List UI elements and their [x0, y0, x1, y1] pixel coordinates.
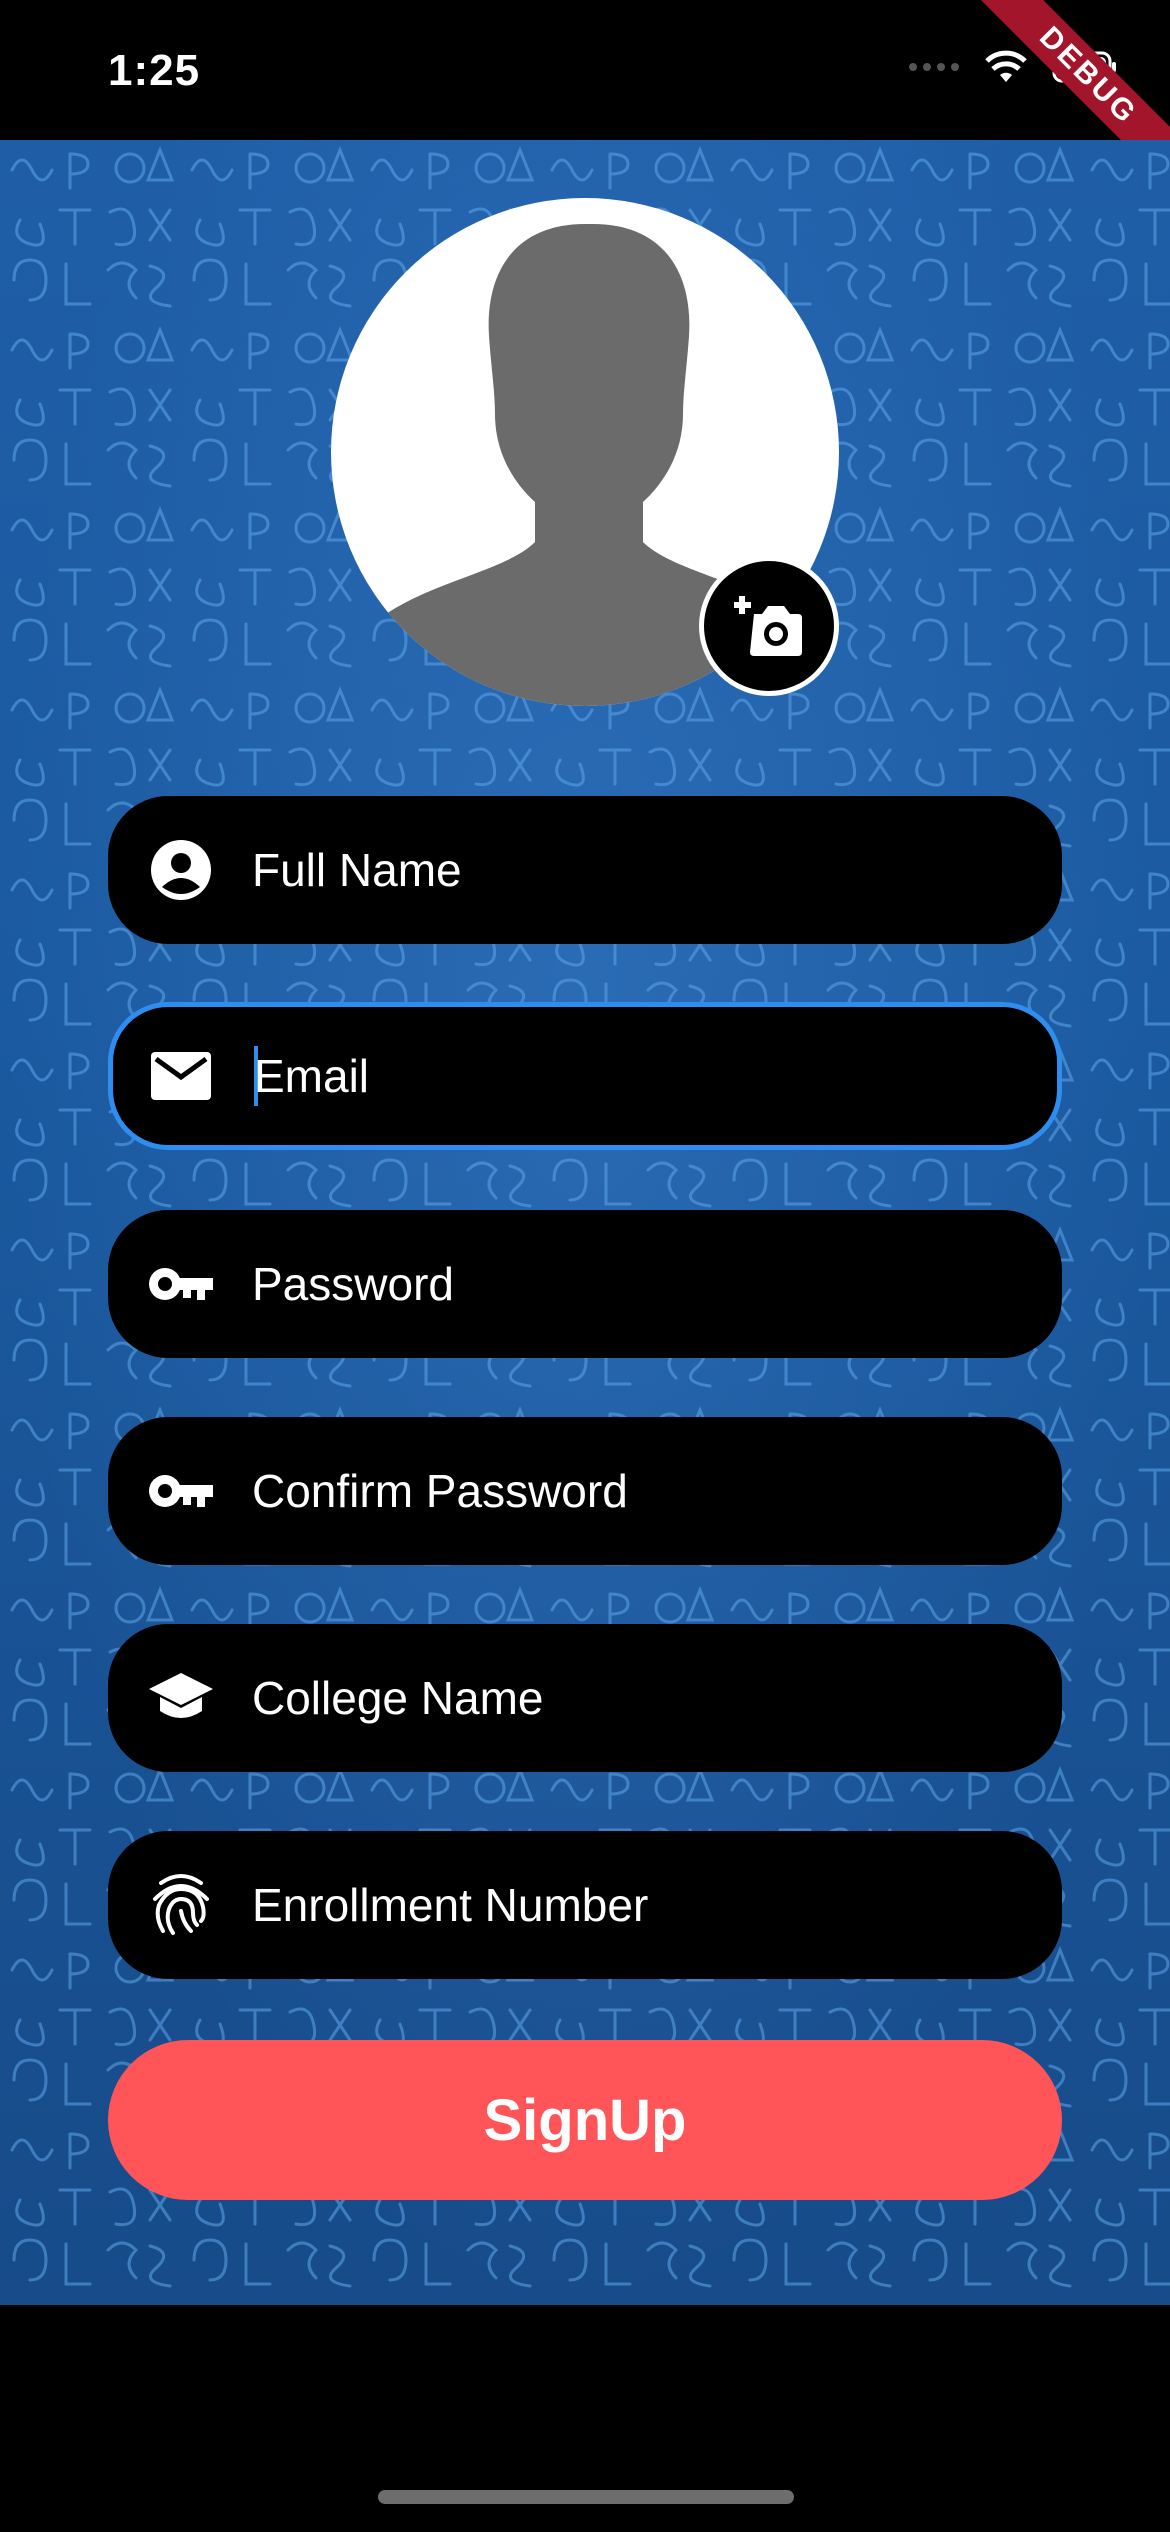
signup-button[interactable]: SignUp [108, 2040, 1062, 2200]
account-circle-icon [144, 833, 218, 907]
email-field[interactable] [108, 1002, 1062, 1150]
password-input[interactable] [252, 1257, 1012, 1311]
key-icon [144, 1454, 218, 1528]
status-time: 1:25 [108, 46, 201, 95]
status-bar: 1:25 DEBUG [0, 0, 1170, 198]
mail-icon [144, 1039, 218, 1113]
confirm-password-input[interactable] [252, 1464, 1012, 1518]
full-name-input[interactable] [252, 843, 1012, 897]
home-indicator[interactable] [378, 2490, 794, 2504]
full-name-field[interactable] [108, 796, 1062, 944]
battery-icon [1052, 51, 1116, 83]
cellular-signal-icon [909, 63, 959, 71]
college-name-input[interactable] [252, 1671, 1012, 1725]
status-icons [908, 50, 1118, 84]
wifi-icon [985, 50, 1027, 82]
enrollment-number-input[interactable] [252, 1878, 1012, 1932]
password-field[interactable] [108, 1210, 1062, 1358]
graduation-cap-icon [144, 1661, 218, 1735]
confirm-password-field[interactable] [108, 1417, 1062, 1565]
profile-picture[interactable] [331, 198, 839, 706]
college-name-field[interactable] [108, 1624, 1062, 1772]
enrollment-number-field[interactable] [108, 1831, 1062, 1979]
email-input[interactable] [254, 1049, 1014, 1103]
add-photo-button[interactable] [699, 556, 839, 696]
fingerprint-icon [144, 1868, 218, 1942]
key-icon [144, 1247, 218, 1321]
add-photo-icon [734, 596, 802, 656]
